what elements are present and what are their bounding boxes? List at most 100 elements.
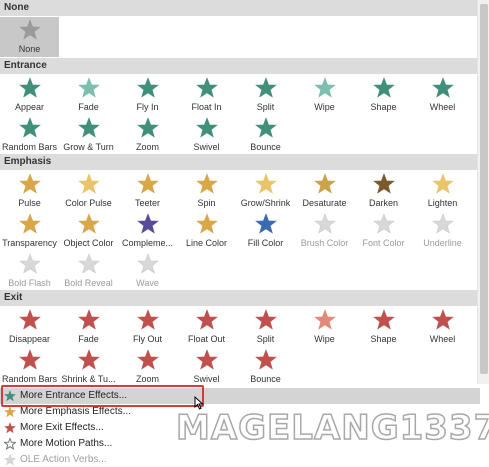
star-bold-reveal-icon xyxy=(77,253,100,274)
section-header-emphasis: Emphasis xyxy=(0,154,477,170)
menu-item-label: More Exit Effects... xyxy=(20,422,104,433)
effect-label: Wheel xyxy=(429,334,456,344)
effect-exit-fade[interactable]: Fade xyxy=(59,307,118,347)
effect-entrance-fly-in[interactable]: Fly In xyxy=(118,75,177,115)
effect-emphasis-lighten[interactable]: Lighten xyxy=(413,171,472,211)
section-header-none: None xyxy=(0,0,477,16)
effect-entrance-wheel[interactable]: Wheel xyxy=(413,75,472,115)
effect-emphasis-desaturate[interactable]: Desaturate xyxy=(295,171,354,211)
section-header-entrance: Entrance xyxy=(0,58,477,74)
effect-entrance-wipe[interactable]: Wipe xyxy=(295,75,354,115)
star-teeter-icon xyxy=(136,173,159,194)
effect-emphasis-spin[interactable]: Spin xyxy=(177,171,236,211)
effect-label: Underline xyxy=(423,238,462,248)
star-wave-icon xyxy=(136,253,159,274)
effect-entrance-bounce[interactable]: Bounce xyxy=(236,115,295,155)
scrollbar-thumb[interactable] xyxy=(480,4,488,374)
effect-none-none[interactable]: None xyxy=(0,17,59,57)
effect-entrance-fade[interactable]: Fade xyxy=(59,75,118,115)
effect-entrance-appear[interactable]: Appear xyxy=(0,75,59,115)
effect-label: Lighten xyxy=(427,198,458,208)
effect-emphasis-bold-flash: Bold Flash xyxy=(0,251,59,291)
highlight-annotation xyxy=(1,385,204,407)
effect-emphasis-brush-color: Brush Color xyxy=(295,211,354,251)
star-exit-wheel-icon xyxy=(431,309,454,330)
star-exit-swivel-icon xyxy=(195,349,218,370)
star-lighten-icon xyxy=(431,173,454,194)
effect-emphasis-color-pulse[interactable]: Color Pulse xyxy=(59,171,118,211)
star-wheel-icon xyxy=(431,77,454,98)
effect-emphasis-wave: Wave xyxy=(118,251,177,291)
effect-emphasis-bold-reveal: Bold Reveal xyxy=(59,251,118,291)
star-darken-icon xyxy=(372,173,395,194)
effect-entrance-random-bars[interactable]: Random Bars xyxy=(0,115,59,155)
star-object-color-icon xyxy=(77,213,100,234)
star-font-color-icon xyxy=(372,213,395,234)
star-exit-split-icon xyxy=(254,309,277,330)
star-shrink-turn-icon xyxy=(77,349,100,370)
effect-exit-zoom[interactable]: Zoom xyxy=(118,347,177,384)
effect-entrance-split[interactable]: Split xyxy=(236,75,295,115)
effect-label: Bounce xyxy=(250,374,281,384)
animation-gallery: None None Entrance Appear Fade Fly In Float In… xyxy=(0,0,477,384)
star-fill-color-icon xyxy=(254,213,277,234)
effect-exit-bounce[interactable]: Bounce xyxy=(236,347,295,384)
effect-exit-wipe[interactable]: Wipe xyxy=(295,307,354,347)
effect-emphasis-teeter[interactable]: Teeter xyxy=(118,171,177,211)
effect-exit-random-bars[interactable]: Random Bars xyxy=(0,347,59,384)
star-float-out-icon xyxy=(195,309,218,330)
effect-label: Bounce xyxy=(250,142,281,152)
effect-entrance-grow-turn[interactable]: Grow & Turn xyxy=(59,115,118,155)
effect-exit-split[interactable]: Split xyxy=(236,307,295,347)
effect-entrance-float-in[interactable]: Float In xyxy=(177,75,236,115)
star-random-bars-icon xyxy=(18,117,41,138)
star-disappear-icon xyxy=(18,309,41,330)
menu-item-label: More Motion Paths... xyxy=(20,438,113,449)
star-fly-in-icon xyxy=(136,77,159,98)
star-exit-bounce-icon xyxy=(254,349,277,370)
gallery-scrollbar[interactable] xyxy=(477,0,489,384)
effect-exit-fly-out[interactable]: Fly Out xyxy=(118,307,177,347)
star-transparency-icon xyxy=(18,213,41,234)
effect-emphasis-pulse[interactable]: Pulse xyxy=(0,171,59,211)
effect-entrance-swivel[interactable]: Swivel xyxy=(177,115,236,155)
star-split-icon xyxy=(254,77,277,98)
star-appear-icon xyxy=(18,77,41,98)
menu-item-ole-action-verbs: OLE Action Verbs... xyxy=(0,452,480,467)
effect-emphasis-font-color: Font Color xyxy=(354,211,413,251)
effect-exit-shape[interactable]: Shape xyxy=(354,307,413,347)
star-brush-color-icon xyxy=(313,213,336,234)
effect-entrance-shape[interactable]: Shape xyxy=(354,75,413,115)
effect-label: Wheel xyxy=(429,102,456,112)
star-color-pulse-icon xyxy=(77,173,100,194)
effect-exit-disappear[interactable]: Disappear xyxy=(0,307,59,347)
effect-emphasis-grow-shrink[interactable]: Grow/Shrink xyxy=(236,171,295,211)
star-fade-icon xyxy=(77,77,100,98)
effect-emphasis-transparency[interactable]: Transparency xyxy=(0,211,59,251)
effect-emphasis-underline: Underline xyxy=(413,211,472,251)
star-swivel-icon xyxy=(195,117,218,138)
effect-emphasis-object-color[interactable]: Object Color xyxy=(59,211,118,251)
star-exit-zoom-icon xyxy=(136,349,159,370)
effect-exit-swivel[interactable]: Swivel xyxy=(177,347,236,384)
effect-exit-wheel[interactable]: Wheel xyxy=(413,307,472,347)
star-bounce-icon xyxy=(254,117,277,138)
effect-emphasis-line-color[interactable]: Line Color xyxy=(177,211,236,251)
star-grow-shrink-icon xyxy=(254,173,277,194)
ole-verbs-icon xyxy=(4,454,16,467)
effect-emphasis-compleme[interactable]: Compleme... xyxy=(118,211,177,251)
star-desaturate-icon xyxy=(313,173,336,194)
effect-entrance-zoom[interactable]: Zoom xyxy=(118,115,177,155)
effect-exit-shrink-tu[interactable]: Shrink & Tu... xyxy=(59,347,118,384)
star-wipe-icon xyxy=(313,77,336,98)
section-header-exit: Exit xyxy=(0,290,477,306)
star-spin-icon xyxy=(195,173,218,194)
star-underline-icon xyxy=(431,213,454,234)
star-exit-random-bars-icon xyxy=(18,349,41,370)
effect-emphasis-fill-color[interactable]: Fill Color xyxy=(236,211,295,251)
effect-emphasis-darken[interactable]: Darken xyxy=(354,171,413,211)
star-exit-shape-icon xyxy=(372,309,395,330)
star-line-color-icon xyxy=(195,213,218,234)
star-complementary-icon xyxy=(136,213,159,234)
effect-exit-float-out[interactable]: Float Out xyxy=(177,307,236,347)
